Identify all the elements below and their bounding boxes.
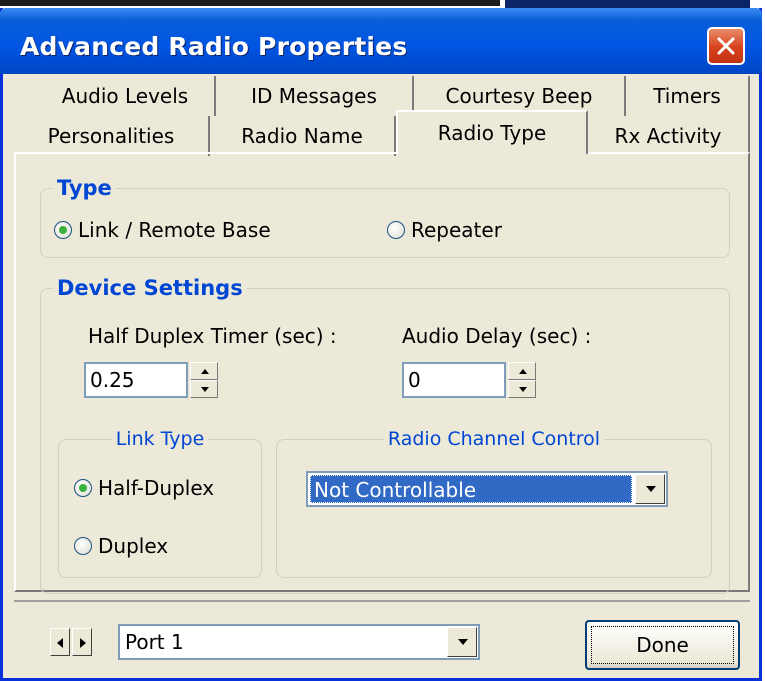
background-strip-dark	[0, 0, 500, 6]
window-title: Advanced Radio Properties	[20, 32, 408, 61]
tab-label: Courtesy Beep	[445, 84, 593, 108]
tab-label: Audio Levels	[61, 84, 189, 108]
tab-label: Radio Name	[241, 124, 363, 148]
spin-up-button[interactable]	[508, 362, 536, 380]
half-duplex-timer-input[interactable]	[84, 362, 188, 398]
radio-label: Repeater	[411, 218, 502, 242]
tab-rx-activity[interactable]: Rx Activity	[588, 116, 750, 156]
title-bar[interactable]: Advanced Radio Properties	[0, 8, 762, 74]
dropdown-arrow-icon	[646, 486, 656, 492]
radio-label: Link / Remote Base	[78, 218, 271, 242]
tab-personalities[interactable]: Personalities	[14, 116, 210, 156]
radio-channel-control-legend: Radio Channel Control	[387, 428, 601, 450]
spin-down-button[interactable]	[190, 380, 218, 398]
tab-radio-type[interactable]: Radio Type	[396, 110, 588, 154]
close-icon	[717, 37, 735, 55]
type-group-legend: Type	[57, 176, 112, 200]
tab-id-messages[interactable]: ID Messages	[216, 76, 414, 116]
device-settings-legend: Device Settings	[57, 276, 243, 300]
tab-audio-levels[interactable]: Audio Levels	[36, 76, 216, 116]
scroll-right-icon	[80, 638, 86, 648]
background-strip-blue	[505, 0, 750, 8]
radio-half-duplex[interactable]: Half-Duplex	[74, 476, 214, 500]
type-group: Type	[40, 176, 730, 258]
tab-label: Radio Type	[437, 121, 547, 145]
done-button[interactable]: Done	[585, 620, 740, 670]
dropdown-button[interactable]	[447, 627, 477, 657]
audio-delay-spinner[interactable]	[508, 362, 536, 398]
footer-separator	[14, 600, 750, 602]
scroll-right-button[interactable]	[72, 628, 92, 656]
spin-up-icon	[201, 369, 209, 374]
spin-up-icon	[519, 369, 527, 374]
radio-duplex[interactable]: Duplex	[74, 534, 168, 558]
spin-down-icon	[519, 387, 527, 392]
focus-rect	[591, 626, 734, 664]
spin-down-icon	[201, 387, 209, 392]
tab-label: Timers	[653, 84, 721, 108]
dropdown-arrow-icon	[458, 639, 468, 645]
radio-unselected-icon	[74, 537, 92, 555]
tab-label: Rx Activity	[614, 124, 722, 148]
half-duplex-timer-spinner[interactable]	[190, 362, 218, 398]
radio-selected-icon	[74, 479, 92, 497]
radio-label: Half-Duplex	[98, 476, 215, 500]
scroll-left-button[interactable]	[50, 628, 70, 656]
radio-unselected-icon	[387, 221, 405, 239]
radio-link-remote-base[interactable]: Link / Remote Base	[54, 218, 271, 242]
radio-repeater[interactable]: Repeater	[387, 218, 502, 242]
tab-radio-name[interactable]: Radio Name	[210, 116, 396, 156]
radio-channel-control-value: Not Controllable	[310, 475, 632, 503]
half-duplex-timer-label: Half Duplex Timer (sec) :	[88, 324, 337, 348]
close-button[interactable]	[707, 27, 745, 65]
radio-label: Duplex	[98, 534, 169, 558]
link-type-legend: Link Type	[115, 428, 205, 450]
tab-label: Personalities	[47, 124, 175, 148]
tab-label: ID Messages	[251, 84, 377, 108]
radio-selected-icon	[54, 221, 72, 239]
spin-down-button[interactable]	[508, 380, 536, 398]
scroll-left-icon	[57, 638, 63, 648]
spin-up-button[interactable]	[190, 362, 218, 380]
audio-delay-label: Audio Delay (sec) :	[402, 324, 592, 348]
dropdown-button[interactable]	[635, 474, 665, 504]
tab-timers[interactable]: Timers	[626, 76, 750, 116]
audio-delay-input[interactable]	[402, 362, 506, 398]
port-select[interactable]: Port 1	[118, 624, 480, 660]
port-value: Port 1	[125, 630, 184, 654]
radio-channel-control-select[interactable]: Not Controllable	[306, 471, 668, 507]
